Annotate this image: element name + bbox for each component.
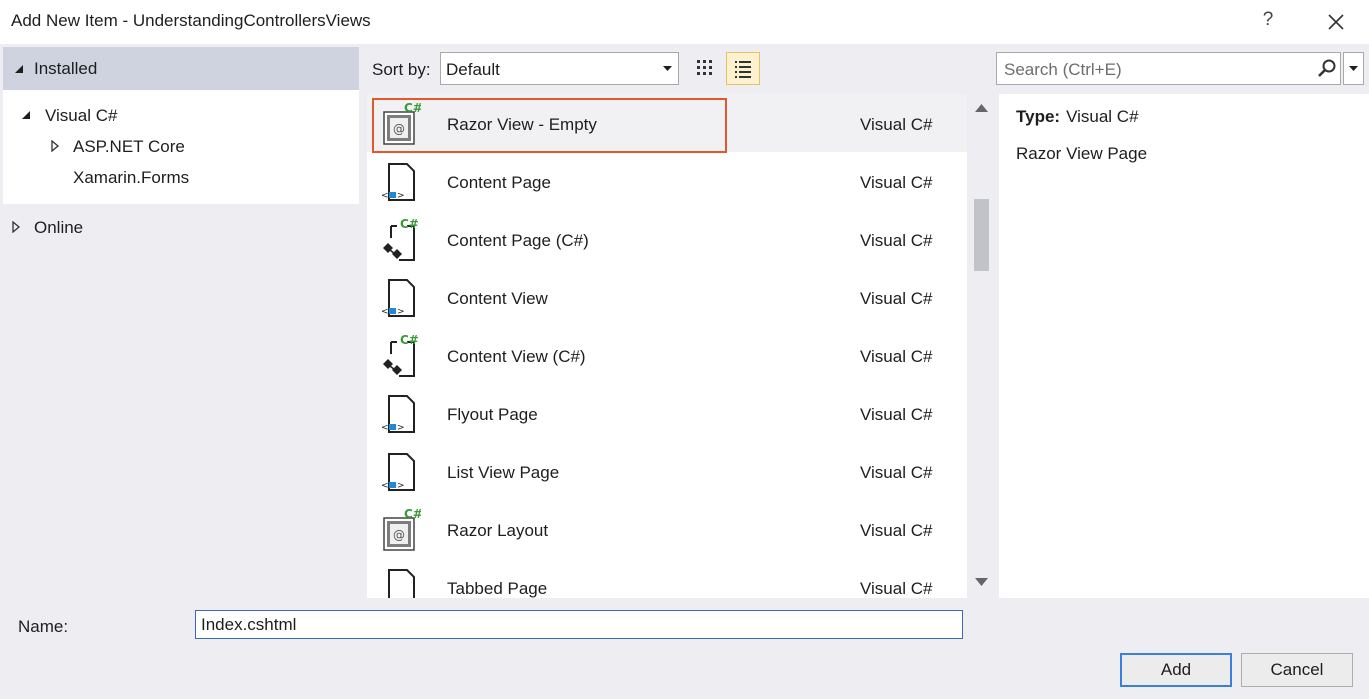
template-item[interactable]: C# Content View (C#) Visual C# (367, 326, 967, 384)
template-item[interactable]: @ C# Razor View - Empty Visual C# (367, 94, 967, 152)
category-panel: Installed Visual C# ASP.NET Core Xamarin… (0, 44, 360, 601)
svg-text:>: > (397, 423, 405, 433)
svg-text:<: < (381, 597, 389, 598)
svg-text:<: < (381, 481, 389, 491)
type-line: Type: Visual C# (1016, 107, 1139, 127)
template-language: Visual C# (860, 579, 933, 598)
template-item[interactable]: @ C# Razor Layout Visual C# (367, 500, 967, 558)
chevron-down-icon (1349, 66, 1358, 71)
template-item[interactable]: < > List View Page Visual C# (367, 442, 967, 500)
grid-icon (697, 60, 712, 75)
svg-text:@: @ (393, 122, 405, 136)
template-language: Visual C# (860, 405, 933, 424)
svg-text:<: < (381, 423, 389, 433)
xaml-page-icon: <> (381, 276, 421, 320)
installed-category[interactable]: Installed (3, 47, 359, 90)
svg-text:<: < (381, 307, 389, 317)
xaml-page-icon: <> (381, 392, 421, 436)
template-name: Flyout Page (447, 405, 538, 424)
csharp-page-icon: C# (381, 333, 421, 378)
template-name: Content View (447, 289, 548, 308)
template-name: Razor View - Empty (447, 115, 597, 134)
svg-text:C#: C# (404, 102, 421, 115)
sort-toolbar: Sort by: Default (360, 44, 996, 94)
sort-label: Sort by: (372, 60, 431, 79)
online-category[interactable]: Online (34, 218, 83, 238)
close-icon[interactable] (1322, 8, 1350, 36)
vertical-scrollbar[interactable] (967, 94, 996, 598)
chevron-down-icon (663, 66, 672, 71)
details-panel: Type: Visual C# Razor View Page (999, 94, 1369, 598)
add-button[interactable]: Add (1120, 653, 1232, 687)
list-view-button[interactable] (726, 52, 760, 85)
tree-item-visual-csharp[interactable]: Visual C# (45, 106, 117, 126)
scroll-down-icon[interactable] (975, 578, 988, 586)
search-icon[interactable] (1317, 58, 1337, 78)
svg-text:>: > (397, 191, 405, 201)
template-description: Razor View Page (1016, 144, 1148, 163)
template-name: Razor Layout (447, 521, 549, 540)
tree-item-aspnet-core[interactable]: ASP.NET Core (73, 137, 185, 157)
type-label: Type: (1016, 107, 1061, 126)
template-language: Visual C# (860, 521, 933, 540)
installed-label: Installed (34, 59, 98, 78)
small-icons-view-button[interactable] (688, 52, 722, 85)
type-value: Visual C# (1066, 107, 1139, 126)
collapse-arrow-icon[interactable] (21, 110, 31, 120)
window-title: Add New Item - UnderstandingControllersV… (11, 11, 371, 30)
template-item[interactable]: < > Flyout Page Visual C# (367, 384, 967, 442)
template-item[interactable]: C# Content Page (C#) Visual C# (367, 210, 967, 268)
svg-text:C#: C# (400, 334, 419, 347)
title-bar: Add New Item - UnderstandingControllersV… (0, 0, 1369, 44)
template-name: List View Page (447, 463, 560, 482)
tree-item-xamarin-forms[interactable]: Xamarin.Forms (73, 168, 189, 188)
footer: Name: Index.cshtml Add Cancel (0, 600, 1369, 699)
sort-value: Default (446, 60, 500, 79)
expand-arrow-icon[interactable] (12, 221, 20, 233)
category-tree: Visual C# ASP.NET Core Xamarin.Forms (3, 90, 359, 204)
template-name: Content Page (447, 173, 551, 192)
svg-text:>: > (397, 481, 405, 491)
xaml-page-icon: <> (381, 566, 421, 598)
collapse-arrow-icon[interactable] (14, 64, 24, 74)
template-language: Visual C# (860, 115, 933, 134)
list-icon (735, 61, 751, 78)
svg-text:C#: C# (400, 218, 419, 231)
xaml-page-icon: <> (381, 160, 421, 204)
scroll-up-icon[interactable] (975, 104, 988, 112)
svg-text:C#: C# (404, 508, 421, 521)
search-box[interactable]: Search (Ctrl+E) (996, 52, 1341, 85)
name-field[interactable]: Index.cshtml (195, 610, 963, 639)
template-language: Visual C# (860, 463, 933, 482)
template-item[interactable]: < > Content View Visual C# (367, 268, 967, 326)
template-language: Visual C# (860, 347, 933, 366)
cancel-button[interactable]: Cancel (1241, 653, 1353, 687)
razor-icon: @ C# (381, 101, 423, 146)
search-input[interactable]: Search (Ctrl+E) (1004, 60, 1122, 80)
scrollbar-thumb[interactable] (974, 199, 989, 271)
template-language: Visual C# (860, 231, 933, 250)
template-language: Visual C# (860, 173, 933, 192)
template-name: Content Page (C#) (447, 231, 589, 250)
svg-text:@: @ (393, 528, 405, 542)
template-name: Content View (C#) (447, 347, 586, 366)
svg-text:>: > (397, 307, 405, 317)
svg-text:<: < (381, 191, 389, 201)
template-item[interactable]: <>Tabbed PageVisual C# (367, 558, 967, 598)
template-name: Tabbed Page (447, 579, 548, 598)
svg-text:>: > (397, 597, 405, 598)
template-language: Visual C# (860, 289, 933, 308)
xaml-page-icon: <> (381, 450, 421, 494)
help-button[interactable]: ? (1258, 9, 1278, 31)
expand-arrow-icon[interactable] (51, 140, 59, 152)
razor-icon: @ C# (381, 507, 423, 552)
sort-dropdown[interactable]: Default (440, 52, 679, 85)
search-options-dropdown[interactable] (1343, 52, 1364, 85)
csharp-page-icon: C# (381, 217, 421, 262)
name-label: Name: (18, 617, 69, 636)
template-list: @ C# Razor View - Empty Visual C# < > Content … (367, 94, 967, 598)
template-item[interactable]: < > Content Page Visual C# (367, 152, 967, 210)
